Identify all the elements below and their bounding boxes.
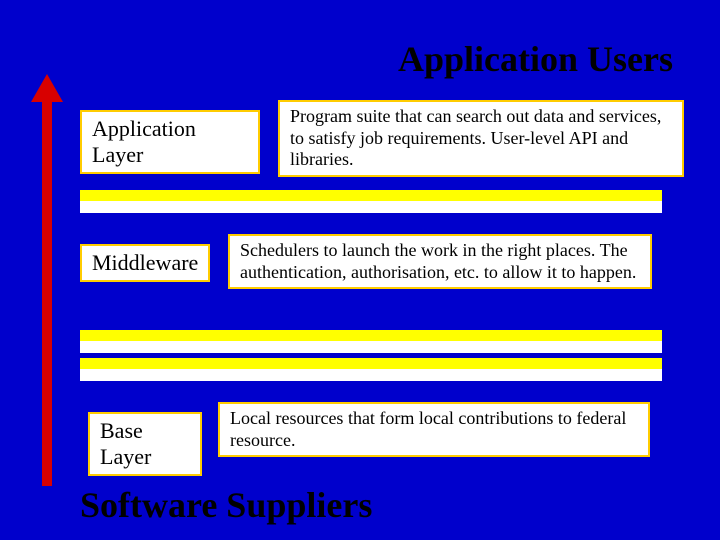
base-layer-box: Base Layer xyxy=(88,412,202,476)
page-title: Application Users xyxy=(398,38,673,80)
arrow-head-icon xyxy=(31,74,63,102)
arrow-shaft xyxy=(42,92,52,486)
footer-title: Software Suppliers xyxy=(80,484,372,526)
application-layer-description: Program suite that can search out data a… xyxy=(278,100,684,177)
divider-bar xyxy=(80,201,662,213)
application-layer-box: Application Layer xyxy=(80,110,260,174)
base-layer-description: Local resources that form local contribu… xyxy=(218,402,650,457)
middleware-layer-description: Schedulers to launch the work in the rig… xyxy=(228,234,652,289)
divider-bar xyxy=(80,341,662,353)
divider-bar xyxy=(80,369,662,381)
middleware-layer-box: Middleware xyxy=(80,244,210,282)
